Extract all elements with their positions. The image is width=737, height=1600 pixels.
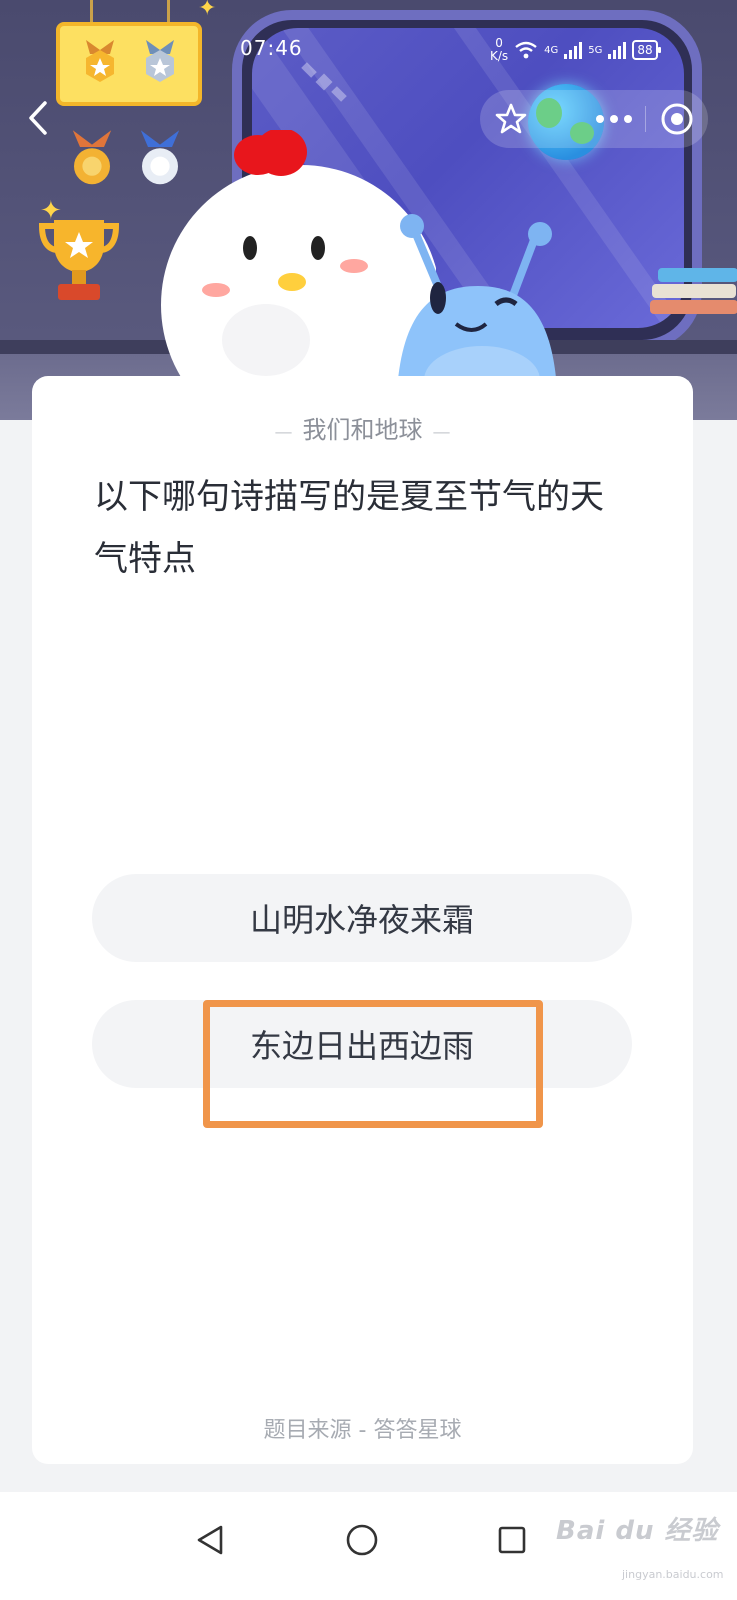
bronze-badge-icon <box>72 130 112 185</box>
question-source: 题目来源 - 答答星球 <box>263 1418 462 1443</box>
gold-medal-icon <box>86 40 114 82</box>
medal-plaque <box>56 22 202 106</box>
header-illustration: ✦ ✦ 07:46 0 K/s 4G 5G 88 <box>0 0 737 420</box>
signal-1-bars-icon <box>564 41 583 59</box>
baidu-watermark-url: jingyan.baidu.com <box>622 1568 724 1581</box>
baidu-watermark: Bai du 经验 <box>556 1516 719 1546</box>
back-triangle-icon <box>197 1525 223 1555</box>
signal-2-bars-icon <box>608 41 627 59</box>
net-speed: 0 K/s <box>490 37 508 63</box>
net-speed-unit: K/s <box>490 49 509 63</box>
close-program-button[interactable] <box>646 90 708 148</box>
answer-option-1[interactable]: 山明水净夜来霜 <box>92 874 632 962</box>
book-stack <box>650 262 737 332</box>
nav-recents-button[interactable] <box>482 1510 542 1570</box>
wifi-icon <box>515 41 537 59</box>
question-card: 我们和地球 以下哪句诗描写的是夏至节气的天气特点 山明水净夜来霜 东边日出西边雨… <box>32 376 693 1464</box>
chevron-left-icon <box>29 101 47 135</box>
back-button[interactable] <box>20 96 56 140</box>
nav-back-button[interactable] <box>180 1510 240 1570</box>
answer-option-2[interactable]: 东边日出西边雨 <box>92 1000 632 1088</box>
trophy-icon <box>38 220 120 300</box>
home-circle-icon <box>346 1524 378 1556</box>
silver-medal-icon <box>146 40 174 82</box>
target-icon <box>661 103 693 135</box>
question-category: 我们和地球 <box>32 410 693 445</box>
signal-2-label: 5G <box>588 44 603 56</box>
status-icons: 0 K/s 4G 5G 88 <box>490 32 662 68</box>
signal-1-label: 4G <box>544 44 559 56</box>
recents-square-icon <box>498 1526 526 1554</box>
more-dots-icon <box>596 115 632 123</box>
nav-home-button[interactable] <box>332 1510 392 1570</box>
favorite-button[interactable] <box>480 90 542 148</box>
sparkle-icon: ✦ <box>198 0 217 21</box>
satellite-icon <box>301 62 347 102</box>
question-text: 以下哪句诗描写的是夏至节气的天气特点 <box>94 477 604 579</box>
battery-indicator: 88 <box>632 40 662 60</box>
star-icon <box>495 103 527 134</box>
mini-program-capsule <box>480 90 708 148</box>
more-button[interactable] <box>583 90 645 148</box>
status-time: 07:46 <box>240 36 303 60</box>
